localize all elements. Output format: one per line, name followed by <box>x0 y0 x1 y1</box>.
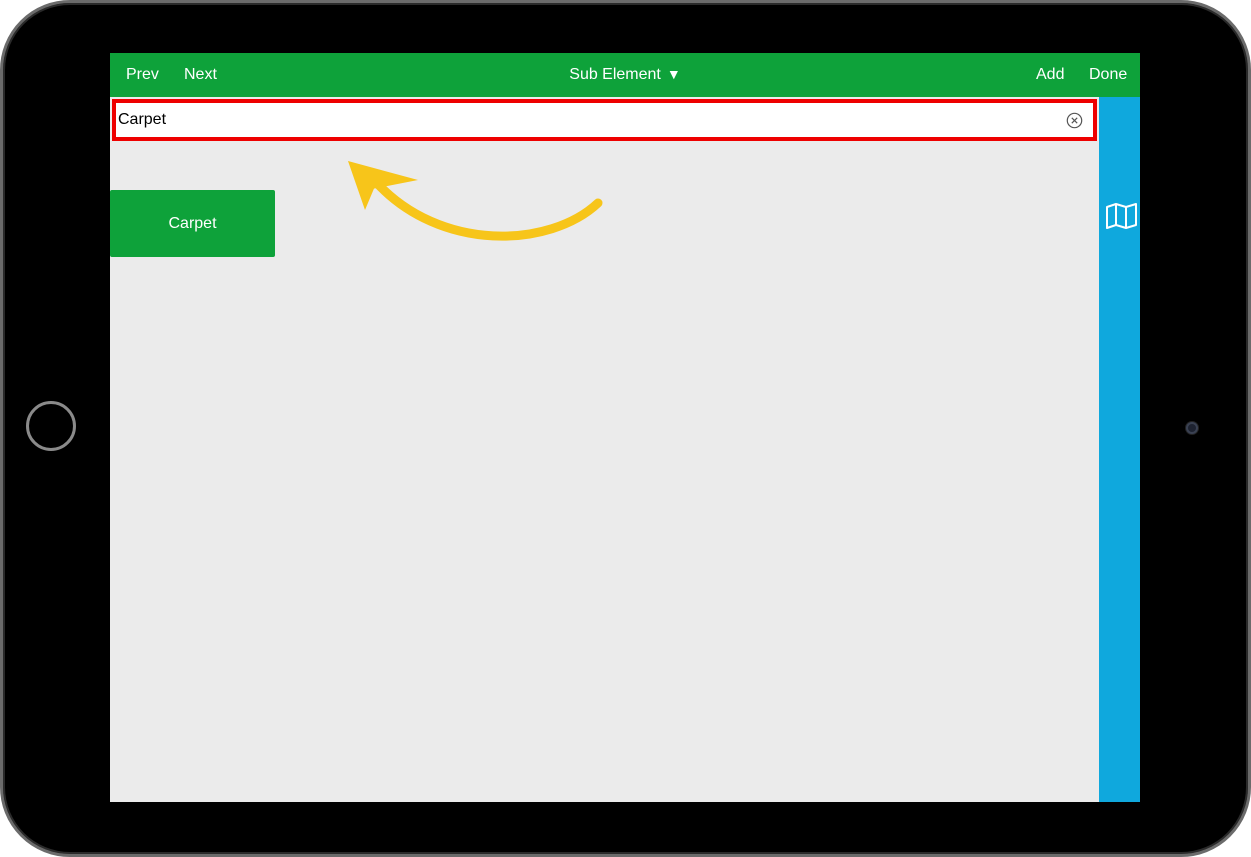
camera <box>1186 422 1198 434</box>
home-button[interactable] <box>26 401 76 451</box>
curved-arrow-icon <box>348 161 603 241</box>
app-screen: Prev Next Sub Element ▼ Add Done Carpet <box>110 53 1140 802</box>
side-panel <box>1099 97 1140 802</box>
map-icon[interactable] <box>1105 203 1139 234</box>
